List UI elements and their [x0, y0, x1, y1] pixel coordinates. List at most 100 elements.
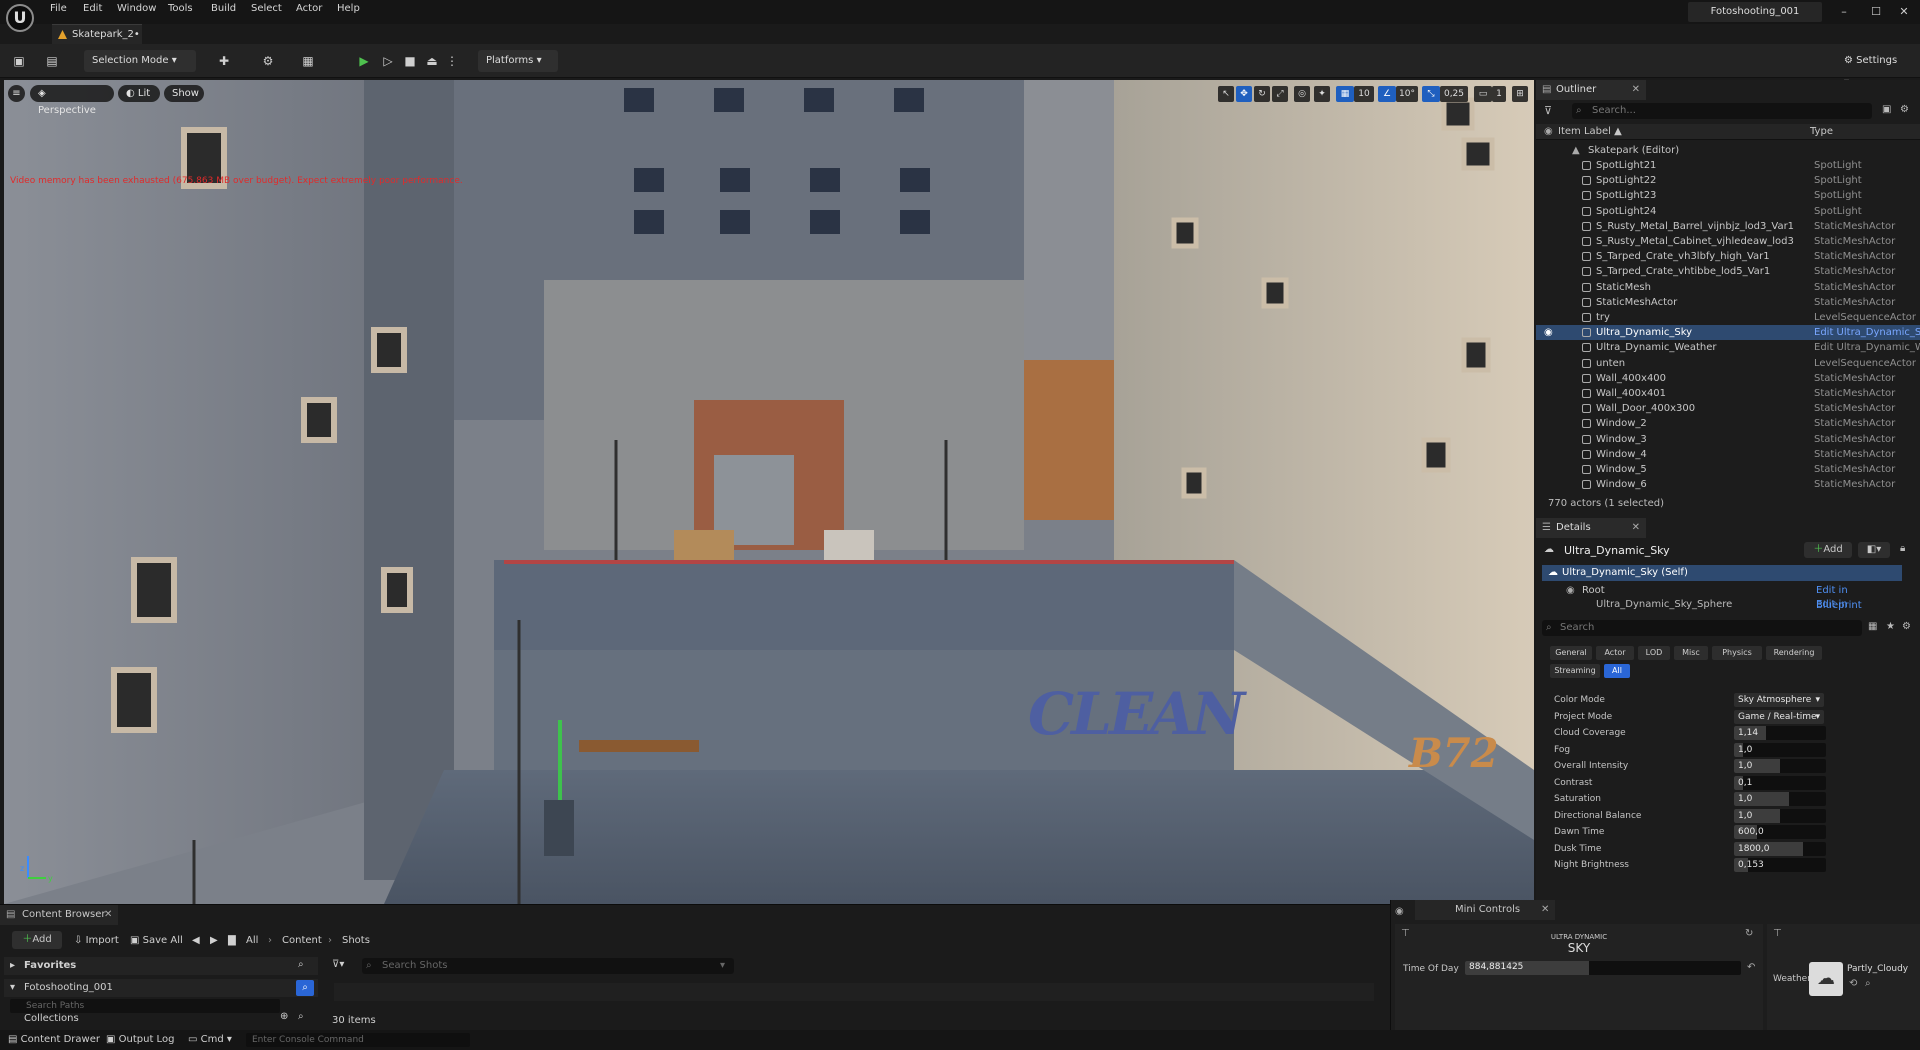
- outliner-row[interactable]: SpotLight24 SpotLight: [1536, 204, 1920, 219]
- more-icon[interactable]: ⋮: [444, 53, 460, 69]
- category-lod[interactable]: LOD: [1638, 646, 1670, 660]
- lit-button[interactable]: ◐ Lit: [118, 85, 160, 102]
- outliner-row[interactable]: S_Rusty_Metal_Barrel_vijnbjz_lod3_Var1 St…: [1536, 219, 1920, 234]
- outliner-row[interactable]: SpotLight21 SpotLight: [1536, 158, 1920, 173]
- content-icon[interactable]: ▤: [44, 53, 60, 69]
- save-all-button[interactable]: ▣ Save All: [130, 935, 183, 946]
- import-button[interactable]: ⇩ Import: [74, 935, 119, 946]
- outliner-row[interactable]: S_Tarped_Crate_vh3lbfy_high_Var1 StaticMe…: [1536, 249, 1920, 264]
- folder-browse-icon[interactable]: ▇: [228, 935, 236, 946]
- category-rendering[interactable]: Rendering: [1766, 646, 1822, 660]
- scale-snap-value[interactable]: 0,25: [1440, 86, 1468, 102]
- viewport-menu-icon[interactable]: ≡: [8, 85, 25, 102]
- outliner-row[interactable]: Wall_Door_400x300 StaticMeshActor: [1536, 401, 1920, 416]
- tab-mini-controls[interactable]: Mini Controls ✕: [1415, 900, 1555, 920]
- search-icon[interactable]: ⌕: [298, 1011, 304, 1022]
- cinematics-icon[interactable]: ▦: [300, 53, 316, 69]
- world-space-icon[interactable]: ◎: [1294, 86, 1310, 102]
- category-general[interactable]: General: [1550, 646, 1592, 660]
- root-component-row[interactable]: ◉ Root Edit in Blueprint: [1556, 583, 1896, 611]
- favorite-star-icon[interactable]: ★: [1886, 621, 1895, 632]
- outliner-row[interactable]: Window_5 StaticMeshActor: [1536, 462, 1920, 477]
- blueprint-options-icon[interactable]: ◧▾: [1858, 542, 1890, 558]
- category-streaming[interactable]: Streaming: [1550, 664, 1600, 678]
- project-folder-header[interactable]: ▾ Fotoshooting_001 ⌕: [4, 979, 318, 997]
- outliner-row[interactable]: ◉ Ultra_Dynamic_Sky Edit Ultra_Dynamic_S: [1536, 325, 1920, 341]
- unreal-logo-icon[interactable]: U: [6, 4, 34, 32]
- save-icon[interactable]: ▣: [11, 53, 27, 69]
- outliner-row[interactable]: Wall_400x400 StaticMeshActor: [1536, 371, 1920, 386]
- search-icon[interactable]: ⌕: [296, 980, 314, 996]
- property-slider[interactable]: 0,1: [1734, 775, 1826, 790]
- play-icon[interactable]: ▶: [356, 53, 372, 69]
- menu-build[interactable]: Build: [211, 3, 236, 14]
- outliner-search-input[interactable]: ⌕ Search...: [1572, 103, 1872, 119]
- property-slider[interactable]: 0,153: [1734, 858, 1826, 872]
- weather-preset-icon[interactable]: ☁: [1809, 962, 1843, 996]
- outliner-row[interactable]: Window_3 StaticMeshActor: [1536, 432, 1920, 447]
- breadcrumb-all[interactable]: All: [246, 935, 258, 946]
- surface-snap-icon[interactable]: ✦: [1314, 86, 1330, 102]
- outliner-settings-icon[interactable]: ⚙: [1900, 104, 1909, 115]
- property-slider[interactable]: 1,0: [1734, 759, 1826, 773]
- search-paths-input[interactable]: Search Paths: [10, 999, 280, 1013]
- edit-in-blueprint-link-2[interactable]: Edit in Blueprint: [1816, 598, 1896, 612]
- menu-help[interactable]: Help: [337, 3, 360, 14]
- category-actor[interactable]: Actor: [1596, 646, 1634, 660]
- close-button[interactable]: ✕: [1888, 2, 1920, 22]
- tab-outliner[interactable]: ▤ Outliner ✕: [1536, 80, 1646, 100]
- property-slider[interactable]: 1,0: [1734, 792, 1826, 806]
- favorites-header[interactable]: ▸ Favorites ⌕: [4, 957, 318, 975]
- menu-select[interactable]: Select: [251, 3, 282, 14]
- rotate-tool-icon[interactable]: ↻: [1254, 86, 1270, 102]
- minimize-button[interactable]: –: [1828, 2, 1860, 22]
- category-all[interactable]: All: [1604, 664, 1630, 678]
- grid-snap-value[interactable]: 10: [1354, 86, 1374, 102]
- outliner-row[interactable]: StaticMesh StaticMeshActor: [1536, 280, 1920, 295]
- settings-button[interactable]: ⚙ Settings ▾: [1836, 50, 1912, 88]
- output-log-button[interactable]: ▣ Output Log: [106, 1033, 174, 1047]
- camera-speed-icon[interactable]: ▭: [1474, 86, 1492, 102]
- self-component-row[interactable]: ☁ Ultra_Dynamic_Sky (Self): [1542, 565, 1902, 581]
- lock-icon[interactable]: 🔒︎: [1900, 543, 1905, 554]
- outliner-row[interactable]: Ultra_Dynamic_Weather Edit Ultra_Dynamic_…: [1536, 340, 1920, 355]
- outliner-row-type[interactable]: Edit Ultra_Dynamic_S: [1814, 325, 1920, 340]
- close-icon[interactable]: ✕: [1541, 900, 1549, 920]
- project-tab[interactable]: Fotoshooting_001: [1688, 2, 1822, 22]
- close-icon[interactable]: ✕: [1632, 518, 1640, 538]
- details-search-input[interactable]: ⌕ Search: [1542, 620, 1862, 636]
- step-icon[interactable]: ▷: [380, 53, 396, 69]
- visibility-icon[interactable]: ◉: [1544, 325, 1553, 340]
- close-icon[interactable]: ✕: [104, 905, 112, 925]
- history-forward-icon[interactable]: ▶: [210, 935, 218, 946]
- level-viewport[interactable]: CLEAN B72 z y ≡ ◈ Perspective ◐ Lit Show…: [4, 80, 1534, 904]
- menu-actor[interactable]: Actor: [296, 3, 322, 14]
- close-icon[interactable]: ✕: [1632, 80, 1640, 100]
- outliner-row[interactable]: S_Rusty_Metal_Cabinet_vjhledeaw_lod3 Stat…: [1536, 234, 1920, 249]
- details-add-button[interactable]: ＋Add: [1804, 542, 1852, 558]
- outliner-row-type[interactable]: Edit Ultra_Dynamic_W: [1814, 340, 1920, 355]
- collections-label[interactable]: Collections: [24, 1013, 79, 1024]
- outliner-add-icon[interactable]: ▣: [1882, 104, 1891, 115]
- property-slider[interactable]: 600,0: [1734, 825, 1826, 839]
- platforms-dropdown[interactable]: Platforms ▾: [478, 50, 558, 72]
- breadcrumb-content[interactable]: Content: [282, 935, 322, 946]
- cmd-dropdown[interactable]: ▭ Cmd ▾: [188, 1033, 232, 1047]
- outliner-row[interactable]: Wall_400x401 StaticMeshActor: [1536, 386, 1920, 401]
- time-of-day-slider[interactable]: 884,881425: [1465, 961, 1741, 975]
- blueprint-icon[interactable]: ⚙: [260, 53, 276, 69]
- category-misc[interactable]: Misc: [1674, 646, 1708, 660]
- breadcrumb-shots[interactable]: Shots: [342, 935, 370, 946]
- tab-content-browser[interactable]: ▤ Content Browser ✕: [0, 905, 118, 925]
- search-icon[interactable]: ⌕: [298, 959, 304, 970]
- outliner-row[interactable]: Window_2 StaticMeshActor: [1536, 416, 1920, 431]
- property-dropdown[interactable]: Sky Atmosphere ▾: [1734, 693, 1824, 707]
- outliner-row[interactable]: StaticMeshActor StaticMeshActor: [1536, 295, 1920, 310]
- select-tool-icon[interactable]: ↖: [1218, 86, 1234, 102]
- item-label-column[interactable]: Item Label ▲: [1558, 126, 1622, 137]
- show-button[interactable]: Show: [164, 85, 204, 102]
- add-actor-icon[interactable]: ✚: [216, 53, 232, 69]
- filter-icon[interactable]: ⊽▾: [332, 959, 344, 970]
- property-slider[interactable]: 1800,0: [1734, 841, 1826, 856]
- scale-snap-icon[interactable]: ⤡: [1422, 86, 1440, 102]
